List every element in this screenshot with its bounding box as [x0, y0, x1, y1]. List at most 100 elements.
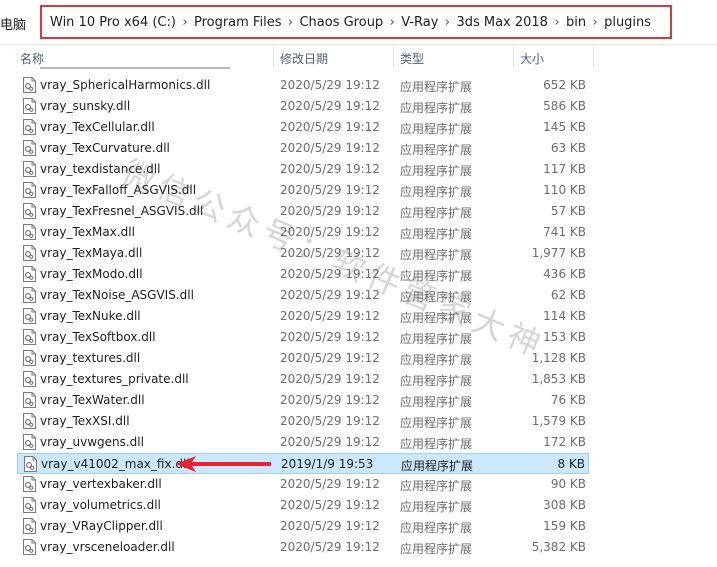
address-root-label[interactable]: 电脑: [0, 14, 26, 33]
file-name[interactable]: vray_vrsceneloader.dll: [40, 540, 175, 554]
breadcrumb-item[interactable]: Win 10 Pro x64 (C:): [50, 15, 176, 30]
red-arrow-icon: [176, 456, 271, 472]
file-row-selected[interactable]: vray_v41002_max_fix.dll 2019/1/9 19:53 应用程…: [17, 453, 589, 474]
file-size: 62 KB: [550, 288, 586, 302]
file-size: 741 KB: [543, 225, 586, 239]
file-name[interactable]: vray_volumetrics.dll: [40, 498, 161, 512]
file-row[interactable]: vray_TexXSI.dll 2020/5/29 19:12 应用程序扩展 1,57…: [17, 411, 589, 432]
file-size: 5,382 KB: [531, 540, 586, 554]
chevron-right-icon[interactable]: ›: [438, 15, 456, 30]
dll-file-icon: [23, 119, 36, 135]
file-row[interactable]: vray_TexCellular.dll 2020/5/29 19:12 应用程序扩…: [17, 117, 589, 138]
file-row[interactable]: vray_TexNuke.dll 2020/5/29 19:12 应用程序扩展 114…: [17, 306, 589, 327]
file-row[interactable]: vray_volumetrics.dll 2020/5/29 19:12 应用程序扩…: [17, 495, 589, 516]
file-row[interactable]: vray_VRayClipper.dll 2020/5/29 19:12 应用程序扩…: [17, 516, 589, 537]
file-row[interactable]: vray_TexMax.dll 2020/5/29 19:12 应用程序扩展 741 …: [17, 222, 589, 243]
file-row[interactable]: vray_TexSoftbox.dll 2020/5/29 19:12 应用程序扩展…: [17, 327, 589, 348]
file-date: 2020/5/29 19:12: [280, 519, 380, 533]
file-name[interactable]: vray_textures.dll: [40, 351, 140, 365]
file-date: 2020/5/29 19:12: [280, 267, 380, 281]
file-row[interactable]: vray_sunsky.dll 2020/5/29 19:12 应用程序扩展 586 …: [17, 96, 589, 117]
file-row[interactable]: vray_TexMaya.dll 2020/5/29 19:12 应用程序扩展 1,9…: [17, 243, 589, 264]
file-date: 2020/5/29 19:12: [280, 99, 380, 113]
file-name[interactable]: vray_TexNuke.dll: [40, 309, 141, 323]
breadcrumb[interactable]: Win 10 Pro x64 (C:) › Program Files › Chaos …: [40, 5, 672, 39]
file-size: 114 KB: [543, 309, 586, 323]
file-row[interactable]: vray_TexFalloff_ASGVIS.dll 2020/5/29 19:1…: [17, 180, 589, 201]
file-name[interactable]: vray_TexSoftbox.dll: [40, 330, 156, 344]
file-row[interactable]: vray_textures_private.dll 2020/5/29 19:12…: [17, 369, 589, 390]
dll-file-icon: [23, 287, 36, 303]
file-type: 应用程序扩展: [400, 521, 473, 535]
breadcrumb-item[interactable]: V-Ray: [401, 15, 438, 30]
file-name[interactable]: vray_vertexbaker.dll: [40, 477, 162, 491]
dll-file-icon: [23, 308, 36, 324]
breadcrumb-item[interactable]: bin: [566, 15, 586, 30]
file-name[interactable]: vray_TexFresnel_ASGVIS.dll: [40, 204, 203, 218]
file-size: 76 KB: [550, 393, 586, 407]
file-name[interactable]: vray_TexCurvature.dll: [40, 141, 170, 155]
file-name[interactable]: vray_TexNoise_ASGVIS.dll: [40, 288, 194, 302]
chevron-right-icon[interactable]: ›: [176, 15, 194, 30]
breadcrumb-item[interactable]: 3ds Max 2018: [456, 15, 548, 30]
file-date: 2020/5/29 19:12: [280, 162, 380, 176]
file-size: 1,128 KB: [531, 351, 586, 365]
chevron-right-icon[interactable]: ›: [548, 15, 566, 30]
breadcrumb-item[interactable]: Chaos Group: [299, 15, 383, 30]
dll-file-icon: [23, 497, 36, 513]
dll-file-icon: [23, 371, 36, 387]
file-row[interactable]: vray_TexFresnel_ASGVIS.dll 2020/5/29 19:1…: [17, 201, 589, 222]
file-type: 应用程序扩展: [400, 374, 473, 388]
file-row[interactable]: vray_uvwgens.dll 2020/5/29 19:12 应用程序扩展 172…: [17, 432, 589, 453]
file-size: 1,977 KB: [531, 246, 586, 260]
file-date: 2020/5/29 19:12: [280, 288, 380, 302]
file-type: 应用程序扩展: [400, 290, 473, 304]
file-name[interactable]: vray_textures_private.dll: [40, 372, 189, 386]
file-size: 1,579 KB: [531, 414, 586, 428]
file-name[interactable]: vray_TexModo.dll: [40, 267, 143, 281]
file-name[interactable]: vray_sunsky.dll: [40, 99, 130, 113]
file-type: 应用程序扩展: [400, 500, 473, 514]
dll-file-icon: [23, 98, 36, 114]
file-size: 8 KB: [557, 457, 585, 471]
file-row[interactable]: vray_vertexbaker.dll 2020/5/29 19:12 应用程序扩…: [17, 474, 589, 495]
file-name[interactable]: vray_VRayClipper.dll: [40, 519, 163, 533]
file-name[interactable]: vray_texdistance.dll: [40, 162, 160, 176]
breadcrumb-item[interactable]: Program Files: [194, 15, 282, 30]
file-row[interactable]: vray_vrsceneloader.dll 2020/5/29 19:12 应用程…: [17, 537, 589, 558]
file-size: 308 KB: [543, 498, 586, 512]
file-type: 应用程序扩展: [400, 185, 473, 199]
file-row[interactable]: vray_textures.dll 2020/5/29 19:12 应用程序扩展 1,…: [17, 348, 589, 369]
file-date: 2020/5/29 19:12: [280, 435, 380, 449]
file-row[interactable]: vray_TexNoise_ASGVIS.dll 2020/5/29 19:12 应…: [17, 285, 589, 306]
file-name[interactable]: vray_TexWater.dll: [40, 393, 145, 407]
file-size: 652 KB: [543, 78, 586, 92]
file-name[interactable]: vray_uvwgens.dll: [40, 435, 144, 449]
file-date: 2020/5/29 19:12: [280, 183, 380, 197]
file-name[interactable]: vray_TexFalloff_ASGVIS.dll: [40, 183, 196, 197]
file-type: 应用程序扩展: [400, 101, 473, 115]
chevron-right-icon[interactable]: ›: [281, 15, 299, 30]
file-name[interactable]: vray_v41002_max_fix.dll: [41, 457, 190, 471]
breadcrumb-item[interactable]: plugins: [604, 15, 651, 30]
file-size: 172 KB: [543, 435, 586, 449]
dll-file-icon: [23, 161, 36, 177]
file-row[interactable]: vray_SphericalHarmonics.dll 2020/5/29 19:…: [17, 75, 589, 96]
file-size: 145 KB: [543, 120, 586, 134]
file-name[interactable]: vray_TexMaya.dll: [40, 246, 142, 260]
file-row[interactable]: vray_TexModo.dll 2020/5/29 19:12 应用程序扩展 436…: [17, 264, 589, 285]
chevron-right-icon[interactable]: ›: [383, 15, 401, 30]
file-name[interactable]: vray_TexMax.dll: [40, 225, 135, 239]
file-row[interactable]: vray_TexWater.dll 2020/5/29 19:12 应用程序扩展 76…: [17, 390, 589, 411]
file-date: 2020/5/29 19:12: [280, 78, 380, 92]
address-bar[interactable]: 电脑 Win 10 Pro x64 (C:) › Program Files › Cha…: [0, 0, 717, 45]
file-name[interactable]: vray_TexCellular.dll: [40, 120, 155, 134]
file-size: 110 KB: [543, 183, 586, 197]
chevron-right-icon[interactable]: ›: [586, 15, 604, 30]
file-name[interactable]: vray_TexXSI.dll: [40, 414, 130, 428]
file-row[interactable]: vray_TexCurvature.dll 2020/5/29 19:12 应用程序…: [17, 138, 589, 159]
file-date: 2020/5/29 19:12: [280, 372, 380, 386]
file-size: 63 KB: [550, 141, 586, 155]
file-name[interactable]: vray_SphericalHarmonics.dll: [40, 78, 210, 92]
file-row[interactable]: vray_texdistance.dll 2020/5/29 19:12 应用程序扩…: [17, 159, 589, 180]
